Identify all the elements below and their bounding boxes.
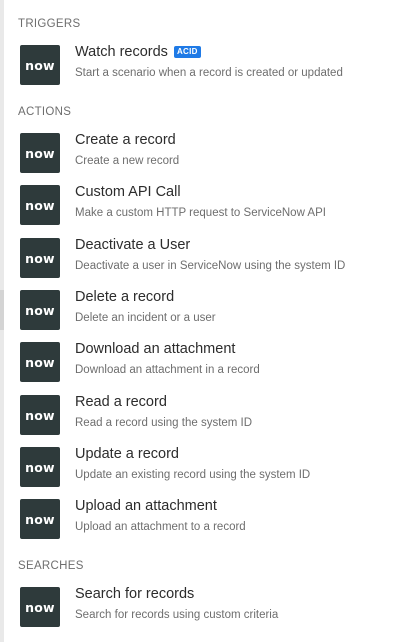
- module-description: Upload an attachment to a record: [75, 521, 246, 533]
- servicenow-logo-icon: now: [20, 238, 60, 278]
- module-description: Deactivate a user in ServiceNow using th…: [75, 260, 346, 272]
- module-title: Upload an attachment: [75, 498, 217, 514]
- module-title: Deactivate a User: [75, 237, 191, 253]
- module-item-update-record[interactable]: now Update a record Update an existing r…: [4, 445, 403, 493]
- module-description: Delete an incident or a user: [75, 312, 216, 324]
- module-title: Create a record: [75, 132, 176, 148]
- servicenow-logo-icon: now: [20, 45, 60, 85]
- servicenow-logo-icon: now: [20, 133, 60, 173]
- module-description: Search for records using custom criteria: [75, 609, 279, 621]
- module-description: Download an attachment in a record: [75, 364, 260, 376]
- module-description: Start a scenario when a record is create…: [75, 67, 343, 79]
- section-header-triggers: TRIGGERS: [18, 18, 81, 30]
- section-header-actions: ACTIONS: [18, 106, 72, 118]
- module-item-download-attachment[interactable]: now Download an attachment Download an a…: [4, 340, 403, 388]
- module-item-upload-attachment[interactable]: now Upload an attachment Upload an attac…: [4, 497, 403, 545]
- module-title: Update a record: [75, 446, 179, 462]
- module-title: Delete a record: [75, 289, 175, 305]
- servicenow-logo-icon: now: [20, 447, 60, 487]
- module-list-panel: TRIGGERS now Watch records ACID Start a s…: [4, 0, 403, 642]
- module-title: Read a record: [75, 394, 167, 410]
- module-title: Download an attachment: [75, 341, 236, 357]
- module-title: Watch records ACID: [75, 43, 201, 61]
- module-description: Make a custom HTTP request to ServiceNow…: [75, 207, 326, 219]
- module-item-read-record[interactable]: now Read a record Read a record using th…: [4, 393, 403, 441]
- module-item-create-record[interactable]: now Create a record Create a new record: [4, 131, 403, 179]
- module-title: Custom API Call: [75, 184, 181, 200]
- servicenow-logo-icon: now: [20, 395, 60, 435]
- acid-badge: ACID: [173, 46, 201, 58]
- module-description: Create a new record: [75, 155, 180, 167]
- section-header-searches: SEARCHES: [18, 560, 84, 572]
- servicenow-logo-icon: now: [20, 185, 60, 225]
- module-item-deactivate-user[interactable]: now Deactivate a User Deactivate a user …: [4, 236, 403, 284]
- module-item-custom-api-call[interactable]: now Custom API Call Make a custom HTTP r…: [4, 183, 403, 231]
- servicenow-logo-icon: now: [20, 587, 60, 627]
- servicenow-logo-icon: now: [20, 499, 60, 539]
- module-description: Update an existing record using the syst…: [75, 469, 311, 481]
- module-title: Search for records: [75, 586, 195, 602]
- module-item-delete-record[interactable]: now Delete a record Delete an incident o…: [4, 288, 403, 336]
- servicenow-logo-icon: now: [20, 342, 60, 382]
- module-item-watch-records[interactable]: now Watch records ACID Start a scenario w…: [4, 43, 403, 91]
- servicenow-logo-icon: now: [20, 290, 60, 330]
- module-description: Read a record using the system ID: [75, 417, 253, 429]
- module-item-search-records[interactable]: now Search for records Search for record…: [4, 585, 403, 633]
